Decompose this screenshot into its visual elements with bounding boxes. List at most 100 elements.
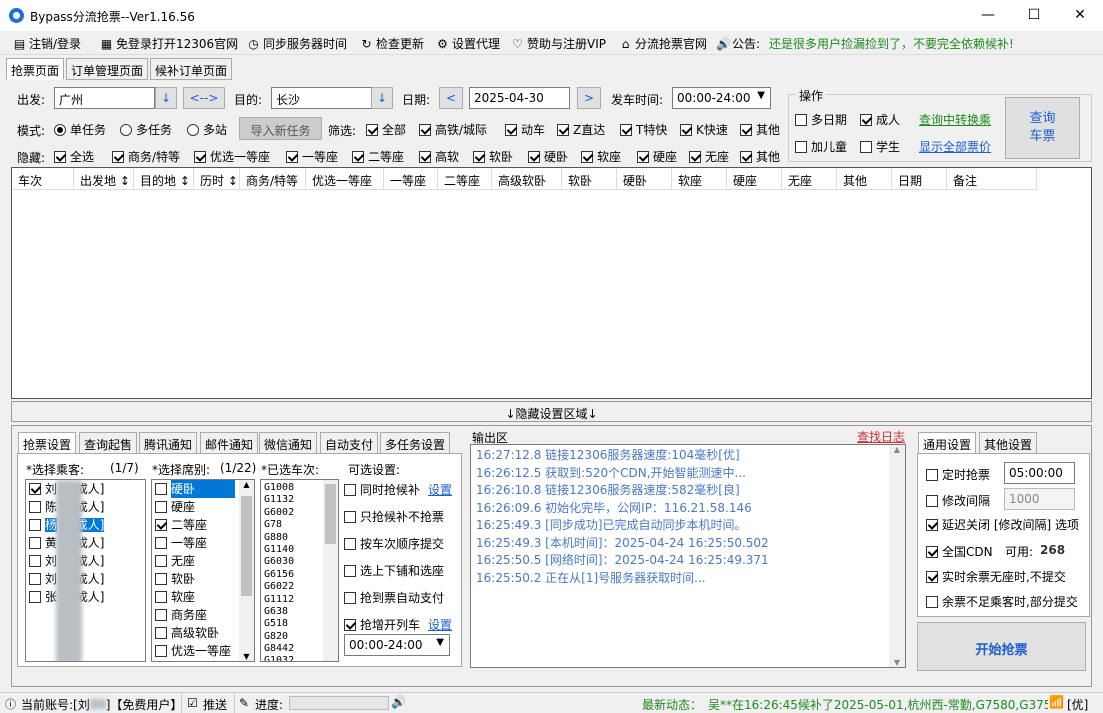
train-list[interactable]: G1008 G1132 G6002 G78 G880 G1140 G6030 G6156 G60… [260, 479, 339, 662]
cdn-checkbox[interactable]: 全国CDN [926, 543, 993, 560]
hide-4-checkbox[interactable]: 二等座 [352, 148, 404, 165]
tab-left-3[interactable]: 邮件通知 [200, 432, 259, 454]
prev-date-button[interactable]: < [439, 87, 463, 109]
scroll-thumb[interactable] [325, 484, 336, 544]
partial-submit-checkbox[interactable]: 余票不足乘客时,部分提交 [926, 593, 1078, 610]
column-header-11[interactable]: 软座 [672, 168, 727, 190]
push-label[interactable]: 推送 [203, 696, 227, 713]
filter-1-checkbox[interactable]: 高铁/城际 [419, 121, 487, 138]
column-header-1[interactable]: 出发地 ↕ [74, 168, 134, 190]
hide-10-checkbox[interactable]: 无座 [689, 148, 729, 165]
column-header-10[interactable]: 硬卧 [617, 168, 672, 190]
optional-1-checkbox[interactable]: 只抢候补不抢票 [344, 508, 444, 525]
hide-11-checkbox[interactable]: 其他 [740, 148, 780, 165]
column-header-6[interactable]: 一等座 [384, 168, 438, 190]
passenger-item[interactable]: 杨 [成人] [26, 516, 145, 534]
transfer-query-link[interactable]: 查询中转换乘 [919, 111, 991, 128]
column-header-15[interactable]: 日期 [892, 168, 947, 190]
timed-grab-checkbox[interactable]: 定时抢票 [926, 466, 990, 483]
tab-left-6[interactable]: 多任务设置 [380, 432, 451, 454]
hide-0-checkbox[interactable]: 全选 [54, 148, 94, 165]
tab-other-settings[interactable]: 其他设置 [979, 432, 1038, 454]
tab-left-0[interactable]: 抢票设置 [18, 432, 77, 454]
scroll-down-icon[interactable]: ▼ [889, 658, 905, 667]
menu-sync-time[interactable]: ◷ 同步服务器时间 [247, 35, 347, 52]
scroll-thumb[interactable] [241, 496, 252, 596]
column-header-12[interactable]: 硬座 [727, 168, 782, 190]
passenger-item[interactable]: 张 [成人] [26, 588, 145, 606]
interval-checkbox[interactable]: 修改间隔 [926, 492, 990, 509]
time-select[interactable]: 00:00-24:00 ▼ [672, 87, 771, 109]
column-header-13[interactable]: 无座 [782, 168, 837, 190]
find-log-link[interactable]: 查找日志 [857, 428, 905, 445]
passenger-item[interactable]: 陈 [成人] [26, 498, 145, 516]
optional-4-checkbox[interactable]: 抢到票自动支付 [344, 589, 444, 606]
optional-2-checkbox[interactable]: 按车次顺序提交 [344, 535, 444, 552]
hide-8-checkbox[interactable]: 软座 [581, 148, 621, 165]
optional-0-checkbox[interactable]: 同时抢候补 设置 [344, 481, 452, 498]
date-input[interactable]: 2025-04-30 [469, 87, 570, 109]
from-dropdown-button[interactable]: ↓ [155, 87, 177, 109]
hide-9-checkbox[interactable]: 硬座 [637, 148, 677, 165]
column-header-16[interactable]: 备注 [947, 168, 1037, 190]
menu-notice[interactable]: 🔊公告: [716, 35, 760, 52]
column-header-14[interactable]: 其他 [837, 168, 892, 190]
hide-settings-toggle[interactable]: ↓隐藏设置区域↓ [11, 401, 1092, 422]
tab-general-settings[interactable]: 通用设置 [918, 432, 977, 454]
column-header-7[interactable]: 二等座 [438, 168, 492, 190]
column-header-8[interactable]: 高级软卧 [492, 168, 562, 190]
tab-waitlist[interactable]: 候补订单页面 [150, 58, 233, 80]
seat-list[interactable]: 硬卧 硬座 二等座 一等座 无座 软卧 软座 商务座 高级软卧 优选一等座 ▲ ▼ [151, 479, 255, 662]
optional-3-checkbox[interactable]: 选上下铺和选座 [344, 562, 444, 579]
log-scrollbar[interactable]: ▲ ▼ [889, 445, 905, 667]
hide-5-checkbox[interactable]: 高软 [419, 148, 459, 165]
column-header-2[interactable]: 目的地 ↕ [134, 168, 194, 190]
mode-single[interactable]: 单任务 [54, 121, 106, 138]
minimize-button[interactable]: — [965, 0, 1011, 31]
passenger-item[interactable]: 黄 [成人] [26, 534, 145, 552]
menu-website[interactable]: ⌂ 分流抢票官网 [619, 35, 707, 52]
seat-scrollbar[interactable]: ▲ ▼ [239, 480, 254, 661]
train-scrollbar[interactable] [323, 480, 338, 661]
settings-link[interactable]: 设置 [428, 483, 452, 497]
scroll-up-icon[interactable]: ▲ [239, 480, 254, 489]
hide-7-checkbox[interactable]: 硬卧 [528, 148, 568, 165]
scroll-down-icon[interactable]: ▼ [239, 652, 254, 661]
start-grab-button[interactable]: 开始抢票 [917, 622, 1086, 671]
tab-left-2[interactable]: 腾讯通知 [139, 432, 198, 454]
import-task-button[interactable]: 导入新任务 [239, 117, 322, 140]
to-input[interactable]: 长沙 [271, 87, 372, 109]
delay-close-checkbox[interactable]: 延迟关闭 [修改间隔] 选项 [926, 516, 1079, 533]
menu-open-12306[interactable]: ▦ 免登录打开12306官网 [100, 35, 238, 52]
adult-checkbox[interactable]: 成人 [860, 111, 900, 128]
query-tickets-button[interactable]: 查询车票 [1005, 97, 1080, 159]
mode-multi[interactable]: 多任务 [120, 121, 172, 138]
passenger-item[interactable]: 刘 [成人] [26, 480, 145, 498]
passenger-item[interactable]: 刘 [成人] [26, 570, 145, 588]
column-header-5[interactable]: 优选一等座 [306, 168, 384, 190]
from-input[interactable]: 广州 [54, 87, 155, 109]
tab-left-5[interactable]: 自动支付 [320, 432, 379, 454]
filter-4-checkbox[interactable]: T特快 [620, 121, 667, 138]
close-button[interactable]: ✕ [1057, 0, 1103, 31]
next-date-button[interactable]: > [577, 87, 601, 109]
to-dropdown-button[interactable]: ↓ [371, 87, 393, 109]
hide-2-checkbox[interactable]: 优选一等座 [194, 148, 270, 165]
menu-login[interactable]: ▤ 注销/登录 [13, 35, 81, 52]
maximize-button[interactable]: ☐ [1011, 0, 1057, 31]
optional-5-checkbox[interactable]: 抢增开列车 设置 [344, 616, 452, 633]
hide-6-checkbox[interactable]: 软卧 [473, 148, 513, 165]
column-header-0[interactable]: 车次 [12, 168, 74, 190]
grab-time-select[interactable]: 00:00-24:00 ▼ [344, 634, 450, 656]
column-header-9[interactable]: 软卧 [562, 168, 617, 190]
tab-left-4[interactable]: 微信通知 [259, 432, 318, 454]
passenger-item[interactable]: 刘 [成人] [26, 552, 145, 570]
tab-grab[interactable]: 抢票页面 [6, 58, 65, 80]
swap-button[interactable]: <--> [183, 87, 225, 109]
filter-6-checkbox[interactable]: 其他 [740, 121, 780, 138]
realtime-checkbox[interactable]: 实时余票无座时,不提交 [926, 568, 1066, 585]
hide-1-checkbox[interactable]: 商务/特等 [112, 148, 180, 165]
column-header-3[interactable]: 历时 ↕ [194, 168, 240, 190]
settings-link[interactable]: 设置 [428, 618, 452, 632]
menu-proxy[interactable]: ⚙ 设置代理 [436, 35, 500, 52]
